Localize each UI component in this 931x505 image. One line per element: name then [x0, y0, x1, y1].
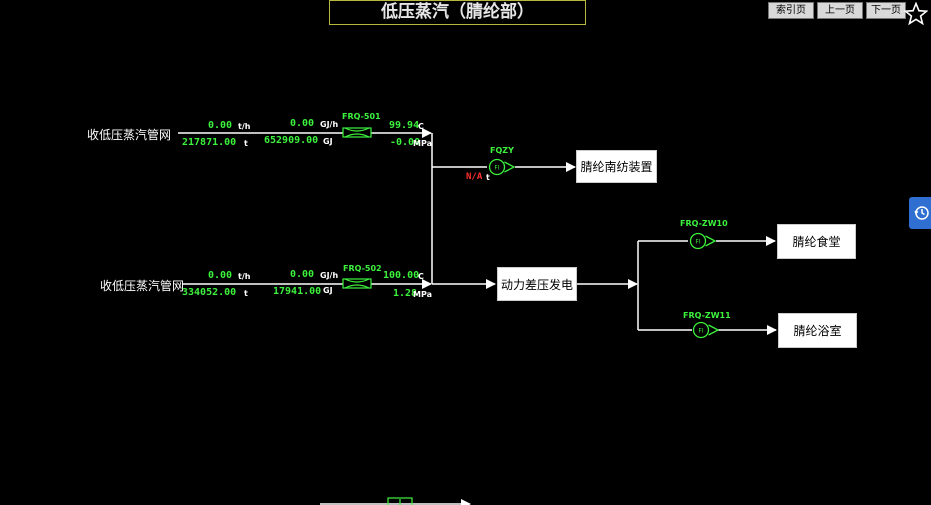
- frq502-tag: FRQ-502: [343, 264, 382, 273]
- power-station-box[interactable]: 动力差压发电: [497, 267, 577, 301]
- fqzy-tag: FQZY: [490, 146, 514, 155]
- zw11-meter-symbol-text: FI: [698, 328, 703, 335]
- fqzy-meter-symbol-text: FI: [494, 165, 499, 172]
- line1-heat-rate-unit: GJ/h: [320, 120, 339, 129]
- zw10-meter-symbol-text: FI: [695, 239, 700, 246]
- frq501-tag: FRQ-501: [342, 112, 381, 121]
- canteen-box[interactable]: 腈纶食堂: [777, 224, 856, 259]
- bathhouse-box[interactable]: 腈纶浴室: [778, 313, 857, 348]
- zw11-meter-icon: FI: [692, 321, 720, 339]
- line2-heat-total-unit: GJ: [323, 286, 333, 295]
- frq501-meter-icon: [342, 127, 372, 138]
- line1-temperature: 99.94: [389, 120, 420, 131]
- line2-flow-rate: 0.00: [208, 270, 233, 281]
- zw11-tag: FRQ-ZW11: [683, 311, 731, 320]
- frq502-meter-icon: [342, 278, 372, 289]
- line2-flow-rate-unit: t/h: [238, 272, 251, 281]
- fqzy-meter-icon: FI: [488, 158, 516, 176]
- zw10-tag: FRQ-ZW10: [680, 219, 728, 228]
- south-spinning-unit-box[interactable]: 腈纶南纺装置: [576, 150, 657, 183]
- line2-heat-rate: 0.00: [290, 269, 315, 280]
- line1-flow-total-unit: t: [244, 139, 248, 148]
- line2-source-label: 收低压蒸汽管网: [100, 279, 185, 293]
- line1-pressure-unit: MPa: [413, 139, 433, 148]
- line1-source-label: 收低压蒸汽管网: [87, 128, 172, 142]
- line2-pressure-unit: MPa: [413, 290, 433, 299]
- line1-heat-total: 652909.00: [264, 135, 319, 146]
- line1-flow-rate-unit: t/h: [238, 122, 251, 131]
- line1-flow-rate: 0.00: [208, 120, 233, 131]
- fqzy-unit: t: [486, 173, 490, 182]
- fqzy-value: N/A: [466, 172, 483, 182]
- line2-flow-total-unit: t: [244, 289, 248, 298]
- line1-flow-total: 217871.00: [182, 137, 237, 148]
- line2-flow-total: 334052.00: [182, 287, 237, 298]
- line2-temperature-unit: C: [418, 272, 424, 281]
- line1-heat-rate: 0.00: [290, 118, 315, 129]
- line2-heat-rate-unit: GJ/h: [320, 271, 339, 280]
- zw10-meter-icon: FI: [689, 232, 717, 250]
- line2-temperature: 100.00: [383, 270, 420, 281]
- line1-heat-total-unit: GJ: [323, 137, 333, 146]
- line2-heat-total: 17941.00: [273, 286, 322, 297]
- line1-temperature-unit: C: [418, 122, 424, 131]
